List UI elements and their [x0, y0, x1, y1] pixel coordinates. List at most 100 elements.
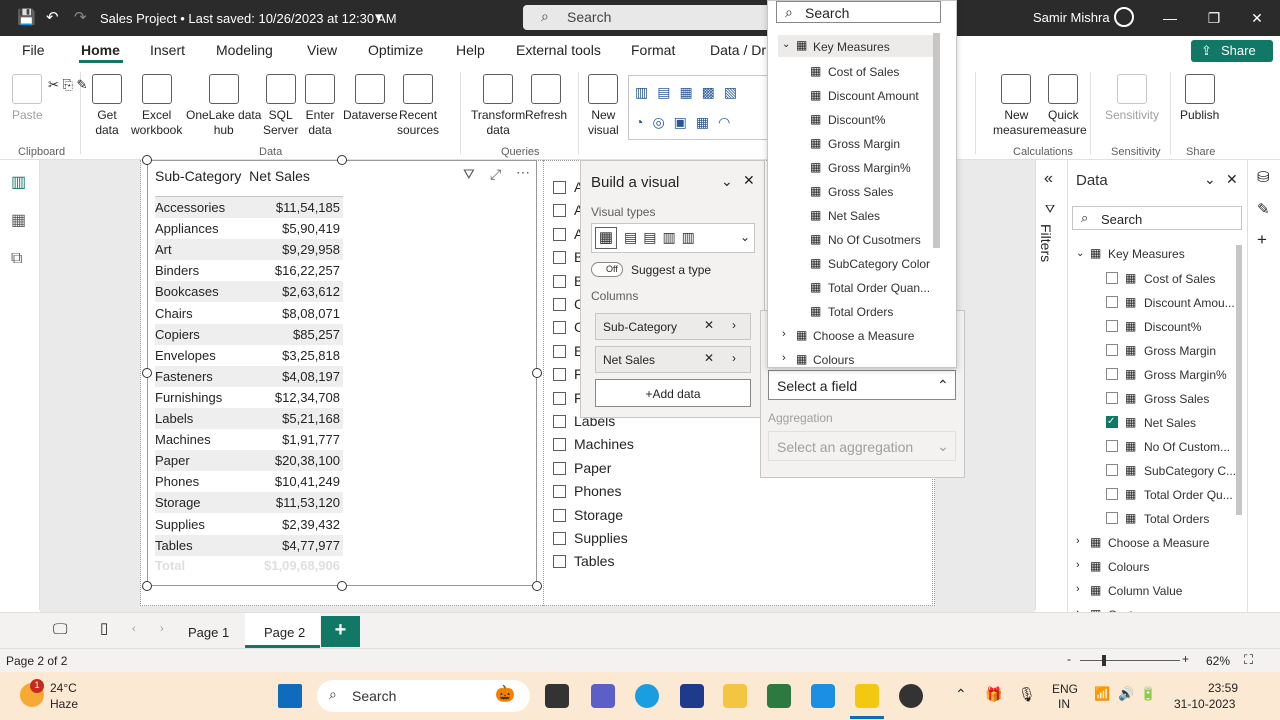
data-table-item[interactable]: Choose a Measure [1108, 536, 1209, 550]
ribbon-button-sensitivity[interactable]: Sensitivity [1105, 74, 1159, 123]
table-row[interactable]: Art $9,29,958 [155, 239, 343, 261]
ribbon-button-excel[interactable]: Excel workbook [131, 74, 182, 138]
language-region[interactable]: IN [1058, 697, 1070, 711]
chart-type-icons[interactable]: ▤▤▥▥ [624, 229, 701, 246]
data-field-item[interactable]: SubCategory C... [1144, 464, 1236, 478]
expand-field-icon[interactable]: › [732, 351, 736, 365]
resize-handle[interactable] [337, 155, 347, 165]
dropdown-measure-item[interactable]: Discount% [828, 113, 885, 127]
chevron-right-icon[interactable]: › [1076, 583, 1080, 595]
power-bi-icon[interactable] [855, 684, 879, 708]
table-row[interactable]: Accessories $11,54,185 [155, 197, 343, 218]
slicer-checkbox[interactable] [553, 461, 566, 475]
slicer-checkbox[interactable] [553, 251, 566, 265]
table-row[interactable]: Furnishings $12,34,708 [155, 387, 343, 408]
data-field-item[interactable]: No Of Custom... [1144, 440, 1236, 454]
menu-optimize[interactable]: Optimize [368, 42, 423, 58]
chevron-right-icon[interactable]: › [1076, 535, 1080, 547]
taskbar-search-box[interactable]: ⌕ Search 🎃 [317, 680, 530, 712]
menu-modeling[interactable]: Modeling [216, 42, 273, 58]
minimize-icon[interactable]: — [1160, 10, 1180, 26]
filters-pane-collapsed[interactable]: « ⛛ Filters [1035, 160, 1067, 610]
slicer-checkbox[interactable] [553, 344, 566, 358]
header-subcategory[interactable]: Sub-Category [155, 168, 241, 184]
dropdown-group-key-measures[interactable]: Key Measures [813, 40, 890, 54]
slicer-item[interactable]: Paper [553, 460, 611, 476]
slicer-checkbox[interactable] [553, 274, 566, 288]
field-checkbox[interactable]: ✓ [1106, 416, 1118, 428]
volume-icon[interactable]: 🔊 [1118, 686, 1134, 702]
data-field-item[interactable]: Cost of Sales [1144, 272, 1236, 286]
slicer-checkbox[interactable] [553, 181, 566, 194]
obs-icon[interactable] [899, 684, 923, 708]
table-row[interactable]: Machines $1,91,777 [155, 429, 343, 450]
menu-external-tools[interactable]: External tools [516, 42, 601, 58]
dropdown-table-item[interactable]: Choose a Measure [813, 329, 914, 343]
ribbon-button-quick[interactable]: Quick measure [1040, 74, 1087, 138]
ribbon-button-transform[interactable]: Transform data [471, 74, 525, 138]
data-icon[interactable]: ⛁ [1257, 168, 1270, 186]
column-well[interactable]: Net Sales ✕ › [595, 346, 751, 373]
close-icon[interactable]: ✕ [743, 172, 755, 189]
ribbon-button-recent[interactable]: Recent sources [397, 74, 439, 138]
table-row[interactable]: Phones $10,41,249 [155, 471, 343, 492]
slicer-item[interactable]: Supplies [553, 530, 628, 546]
more-options-icon[interactable]: ⋯ [516, 164, 530, 181]
chevron-up-icon[interactable]: ⌃ [955, 686, 967, 703]
slicer-item[interactable]: Phones [553, 483, 621, 499]
tab-page-1[interactable]: Page 1 [168, 613, 243, 648]
save-icon[interactable]: 💾 [17, 8, 36, 26]
ribbon-button-paste[interactable]: Paste [12, 74, 43, 123]
slicer-checkbox[interactable] [553, 485, 566, 499]
table-row[interactable]: Binders $16,22,257 [155, 260, 343, 281]
app-icon[interactable] [811, 684, 835, 708]
undo-icon[interactable]: ↶ [46, 8, 59, 26]
dropdown-measure-item[interactable]: Gross Margin% [828, 161, 911, 175]
resize-handle[interactable] [337, 581, 347, 591]
field-checkbox[interactable] [1106, 440, 1118, 452]
language-code[interactable]: ENG [1052, 682, 1078, 696]
column-well[interactable]: Sub-Category ✕ › [595, 313, 751, 340]
ribbon-button-dataverse[interactable]: Dataverse [343, 74, 398, 123]
menu-view[interactable]: View [307, 42, 337, 58]
resize-handle[interactable] [142, 155, 152, 165]
field-checkbox[interactable] [1106, 512, 1118, 524]
dropdown-measure-item[interactable]: Gross Sales [828, 185, 893, 199]
collapse-chevron-icon[interactable]: ⌄ [1204, 171, 1216, 188]
aggregation-dropdown[interactable]: Select an aggregation ⌄ [768, 431, 956, 461]
filter-icon[interactable]: ⛛ [463, 166, 475, 183]
table-row[interactable]: Chairs $8,08,071 [155, 303, 343, 324]
field-checkbox[interactable] [1106, 344, 1118, 356]
select-field-dropdown[interactable]: Select a field ⌃ [768, 370, 956, 400]
slicer-checkbox[interactable] [553, 508, 566, 522]
prev-page-icon[interactable]: ‹ [132, 623, 136, 635]
title-search-box[interactable]: ⌕ Search [523, 5, 773, 30]
chevron-down-icon[interactable]: ⌄ [1076, 248, 1084, 259]
next-page-icon[interactable]: › [160, 623, 164, 635]
table-view-icon[interactable]: ▦ [11, 210, 26, 230]
table-row[interactable]: Fasteners $4,08,197 [155, 365, 343, 387]
slicer-checkbox[interactable] [553, 415, 566, 428]
user-name[interactable]: Samir Mishra [1033, 10, 1110, 25]
table-row[interactable]: Storage $11,53,120 [155, 492, 343, 514]
field-checkbox[interactable] [1106, 488, 1118, 500]
resize-handle[interactable] [142, 368, 152, 378]
expand-types-icon[interactable]: ⌄ [740, 230, 750, 244]
restore-icon[interactable]: ❐ [1204, 10, 1224, 27]
dropdown-measure-item[interactable]: No Of Cusotmers [828, 233, 921, 247]
add-pane-icon[interactable]: + [1257, 230, 1267, 250]
close-icon[interactable]: ✕ [1226, 171, 1238, 188]
task-view-icon[interactable] [545, 684, 569, 708]
data-scrollbar[interactable] [1236, 245, 1242, 515]
dropdown-measure-item[interactable]: Total Orders [828, 305, 893, 319]
table-row[interactable]: Appliances $5,90,419 [155, 218, 343, 239]
chart-type-icons-row1[interactable]: ▥▤▦▩▧ [635, 84, 746, 101]
data-field-item[interactable]: Total Orders [1144, 512, 1236, 526]
menu-format[interactable]: Format [631, 42, 675, 58]
clock-time[interactable]: 23:59 [1208, 681, 1238, 695]
format-icon[interactable]: ✎ [1257, 200, 1270, 218]
visual-gallery[interactable]: ▥▤▦▩▧ ◔◎▣▦◠ [628, 75, 768, 140]
data-field-item[interactable]: Gross Margin [1144, 344, 1236, 358]
dropdown-scrollbar[interactable] [933, 33, 940, 248]
ribbon-button-new[interactable]: New visual [588, 74, 619, 138]
